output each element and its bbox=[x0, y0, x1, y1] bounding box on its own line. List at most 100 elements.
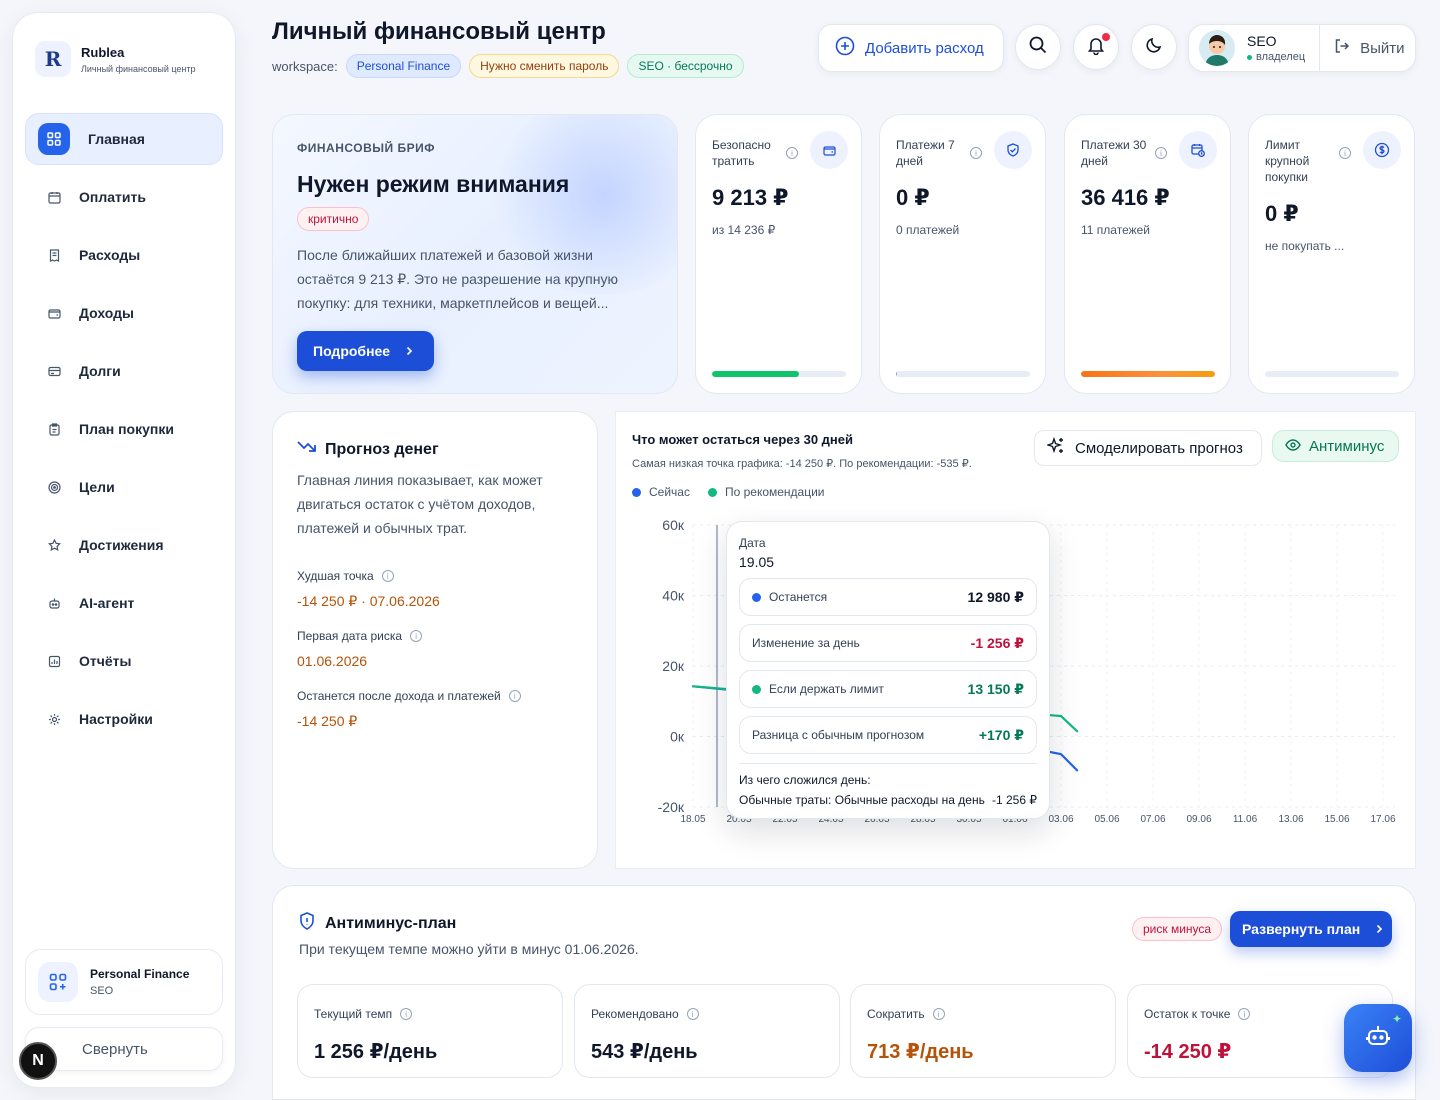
expand-plan-label: Развернуть план bbox=[1242, 921, 1361, 937]
metric-card-0: Текущий темп i 1 256 ₽/день bbox=[297, 984, 563, 1078]
x-tick: 18.05 bbox=[680, 814, 705, 825]
add-expense-button[interactable]: Добавить расход bbox=[818, 24, 1004, 72]
info-icon[interactable]: i bbox=[1238, 1008, 1251, 1020]
tooltip-row-value: 12 980 ₽ bbox=[967, 588, 1024, 605]
sidebar-item-1[interactable]: Оплатить bbox=[25, 171, 223, 223]
info-icon[interactable]: i bbox=[508, 690, 521, 702]
expand-plan-button[interactable]: Развернуть план bbox=[1230, 911, 1392, 947]
remaining-value: -14 250 ₽ bbox=[297, 713, 358, 729]
sidebar-item-10[interactable]: Настройки bbox=[25, 693, 223, 745]
n-badge[interactable]: N bbox=[19, 1042, 57, 1080]
clipboard-icon bbox=[47, 422, 61, 436]
info-icon[interactable]: i bbox=[381, 570, 394, 582]
metric-card-2: Сократить i 713 ₽/день bbox=[850, 984, 1116, 1078]
search-button[interactable] bbox=[1015, 24, 1061, 70]
sidebar-item-label: Цели bbox=[79, 479, 115, 495]
tooltip-row-0: Останется 12 980 ₽ bbox=[739, 578, 1037, 616]
sidebar-item-2[interactable]: Расходы bbox=[25, 229, 223, 281]
sidebar-item-7[interactable]: Достижения bbox=[25, 519, 223, 571]
password-chip[interactable]: Нужно сменить пароль bbox=[469, 54, 620, 78]
notifications-button[interactable] bbox=[1073, 24, 1119, 70]
sidebar-item-4[interactable]: Долги bbox=[25, 345, 223, 397]
antiminus-toggle[interactable]: Антиминус bbox=[1272, 430, 1399, 462]
robot-icon bbox=[47, 596, 61, 610]
sidebar-item-5[interactable]: План покупки bbox=[25, 403, 223, 455]
info-icon[interactable]: i bbox=[786, 147, 798, 159]
x-tick: 09.06 bbox=[1186, 814, 1211, 825]
tooltip-row-label: Изменение за день bbox=[752, 636, 860, 650]
forecast-title-label: Прогноз денег bbox=[325, 440, 439, 458]
tooltip-source-row: Обычные траты: Обычные расходы на день -… bbox=[739, 793, 1037, 807]
stat-label: Безопасно тратить bbox=[712, 138, 771, 168]
sidebar-item-6[interactable]: Цели bbox=[25, 461, 223, 513]
x-tick: 07.06 bbox=[1140, 814, 1165, 825]
info-icon[interactable]: i bbox=[1155, 147, 1167, 159]
shield-check-icon bbox=[994, 131, 1032, 169]
info-icon[interactable]: i bbox=[686, 1008, 699, 1020]
info-icon[interactable]: i bbox=[1339, 147, 1351, 159]
chart-tooltip: Дата 19.05 Останется 12 980 ₽ Изменение за… bbox=[726, 521, 1050, 819]
sidebar-item-9[interactable]: Отчёты bbox=[25, 635, 223, 687]
brand[interactable]: R Rublea Личный финансовый центр bbox=[35, 41, 196, 77]
info-icon[interactable]: i bbox=[400, 1008, 413, 1020]
brief-text: После ближайших платежей и базовой жизни… bbox=[297, 247, 618, 311]
sidebar-item-label: Настройки bbox=[79, 711, 153, 727]
user-menu: SEO владелец Выйти bbox=[1188, 24, 1416, 72]
brand-name: Rublea bbox=[81, 44, 125, 60]
stat-card-2[interactable]: Платежи 30 дней i 36 416 ₽ 11 платежей bbox=[1064, 114, 1231, 394]
theme-toggle[interactable] bbox=[1131, 24, 1177, 70]
sidebar-item-0[interactable]: Главная bbox=[25, 113, 223, 165]
avatar[interactable] bbox=[1199, 30, 1235, 66]
tooltip-row-value: -1 256 ₽ bbox=[970, 634, 1024, 651]
dollar-icon bbox=[1363, 131, 1401, 169]
tooltip-row-value: 13 150 ₽ bbox=[967, 680, 1024, 697]
plan-chip[interactable]: SEO · бессрочно bbox=[627, 54, 744, 78]
legend-item[interactable]: Сейчас bbox=[632, 485, 690, 499]
workspace-row: workspace: Personal Finance Нужно сменит… bbox=[272, 54, 744, 78]
page-title: Личный финансовый центр bbox=[272, 18, 606, 45]
tooltip-row-2: Если держать лимит 13 150 ₽ bbox=[739, 670, 1037, 708]
y-tick: 60к bbox=[662, 517, 685, 533]
simulate-forecast-button[interactable]: Смоделировать прогноз bbox=[1034, 430, 1262, 466]
remaining-label: Останется после дохода и платежей i bbox=[297, 689, 521, 703]
workspace-card[interactable]: Personal Finance SEO bbox=[25, 949, 223, 1015]
progress-bar bbox=[712, 371, 846, 377]
tooltip-row-label: Если держать лимит bbox=[769, 682, 884, 696]
tooltip-source-value: -1 256 ₽ bbox=[992, 793, 1037, 807]
collapse-label: Свернуть bbox=[82, 1040, 148, 1058]
info-icon[interactable]: i bbox=[970, 147, 982, 159]
metric-value: 713 ₽/день bbox=[867, 1041, 974, 1063]
workspace-chip[interactable]: Personal Finance bbox=[345, 54, 462, 78]
metric-label: Рекомендовано i bbox=[591, 1007, 699, 1021]
legend-label: Сейчас bbox=[649, 485, 690, 499]
stat-sub: 0 платежей bbox=[896, 223, 960, 237]
grid-icon bbox=[38, 123, 70, 155]
legend-item[interactable]: По рекомендации bbox=[707, 485, 825, 499]
chart-title: Что может остаться через 30 дней bbox=[632, 432, 853, 447]
status-badge: критично bbox=[297, 207, 370, 231]
metric-value: 543 ₽/день bbox=[591, 1041, 698, 1063]
sidebar-item-label: Отчёты bbox=[79, 653, 132, 669]
stat-card-1[interactable]: Платежи 7 дней i 0 ₽ 0 платежей bbox=[879, 114, 1046, 394]
progress-fill bbox=[896, 371, 898, 377]
metric-label-text: Остаток к точке bbox=[1144, 1007, 1231, 1021]
ai-assistant-button[interactable]: ✦ bbox=[1344, 1004, 1412, 1072]
metric-value: 1 256 ₽/день bbox=[314, 1041, 438, 1063]
details-button[interactable]: Подробнее bbox=[297, 331, 434, 371]
stat-card-3[interactable]: Лимит крупной покупки i 0 ₽ не покупать ... bbox=[1248, 114, 1415, 394]
user-name: SEO bbox=[1247, 33, 1277, 49]
stat-card-0[interactable]: Безопасно тратить i 9 213 ₽ из 14 236 ₽ bbox=[695, 114, 862, 394]
info-icon[interactable]: i bbox=[932, 1008, 945, 1020]
forecast-description: Главная линия показывает, как может двиг… bbox=[297, 472, 543, 536]
online-dot bbox=[1247, 54, 1252, 60]
stat-label: Лимит крупной покупки bbox=[1265, 138, 1310, 184]
workspace-label: workspace: bbox=[272, 58, 338, 74]
sidebar-item-3[interactable]: Доходы bbox=[25, 287, 223, 339]
tooltip-row-value: +170 ₽ bbox=[978, 726, 1024, 743]
sidebar-item-8[interactable]: AI-агент bbox=[25, 577, 223, 629]
worst-point-label-text: Худшая точка bbox=[297, 569, 374, 583]
info-icon[interactable]: i bbox=[410, 630, 423, 642]
stat-sub: 11 платежей bbox=[1081, 223, 1151, 237]
logout-button[interactable]: Выйти bbox=[1334, 38, 1405, 58]
metric-card-1: Рекомендовано i 543 ₽/день bbox=[574, 984, 840, 1078]
